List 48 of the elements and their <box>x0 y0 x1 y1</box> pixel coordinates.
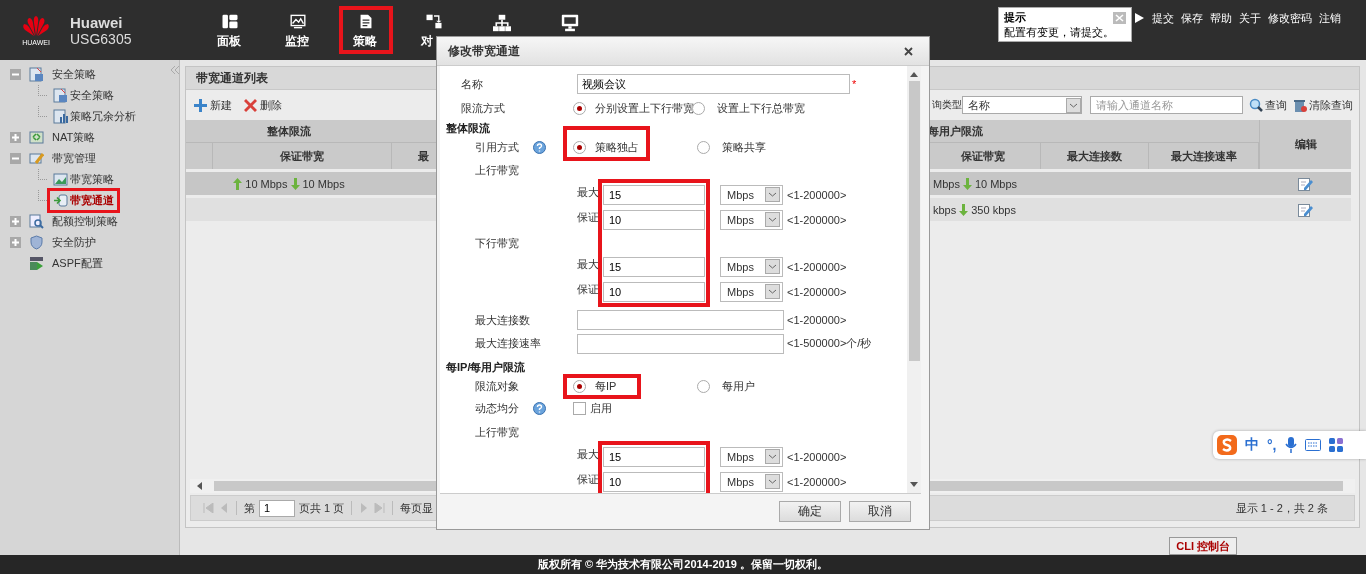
required-mark: * <box>852 78 857 90</box>
field-label: 限流方式 <box>461 100 505 116</box>
range-hint: <1-200000> <box>787 285 847 298</box>
range-hint: <1-200000> <box>787 475 847 488</box>
page-total: 页共 1 页 <box>299 500 345 516</box>
table-cell: kbps <box>933 203 957 216</box>
field-label: 最大连接数 <box>475 312 530 328</box>
record-summary: 显示 1 - 2，共 2 条 <box>1235 500 1328 516</box>
field-label: 名称 <box>461 76 483 92</box>
device-model: USG6305 <box>70 30 132 47</box>
section-title: 每IP/每用户限流 <box>446 359 526 375</box>
table-cell: 10 Mbps <box>302 177 345 190</box>
table-cell: Mbps <box>933 177 960 190</box>
column-header: 保证带宽 <box>213 143 392 169</box>
range-hint: <1-200000> <box>787 260 847 273</box>
range-hint: <1-200000> <box>787 188 847 201</box>
column-header: 最大连接数 <box>1041 143 1149 169</box>
notice-message: 配置有变更，请提交。 <box>1004 26 1114 38</box>
field-label: 保证 <box>577 210 599 225</box>
table-cell: 10 Mbps <box>245 177 288 190</box>
column-header: 编辑 <box>1259 120 1351 169</box>
group-label: 上行带宽 <box>475 424 519 440</box>
page-label: 第 <box>244 500 255 516</box>
brand-name: Huawei <box>70 13 124 31</box>
query-type-label: 询类型 <box>932 98 962 112</box>
field-label: 保证 <box>577 282 599 297</box>
notice-title: 提示 <box>1004 10 1026 25</box>
field-label: 最大 <box>577 257 599 272</box>
section-title: 整体限流 <box>446 120 490 136</box>
range-hint: <1-200000> <box>787 213 847 226</box>
table-cell: 10 Mbps <box>974 177 1018 190</box>
field-label: 保证 <box>577 472 599 487</box>
field-label: 最大连接速率 <box>475 336 541 351</box>
column-group-header: 整体限流 <box>186 120 392 143</box>
column-header: 最大连接速率 <box>1149 143 1259 169</box>
dialog-title: 修改带宽通道 <box>448 42 520 60</box>
field-label: 最大 <box>577 185 599 200</box>
group-label: 下行带宽 <box>475 235 519 251</box>
range-hint: <1-500000>个/秒 <box>787 336 872 351</box>
panel-title: 带宽通道列表 <box>196 69 268 87</box>
table-cell: 350 kbps <box>971 203 1016 216</box>
field-label: 限流对象 <box>475 379 519 394</box>
field-label: 动态均分 <box>475 400 519 416</box>
copyright-text: 版权所有 © 华为技术有限公司2014-2019 。保留一切权利。 <box>538 557 828 572</box>
page-size-label: 每页显 <box>400 500 434 516</box>
range-hint: <1-200000> <box>787 314 847 326</box>
range-hint: <1-200000> <box>787 450 847 463</box>
field-label: 最大 <box>577 447 599 462</box>
